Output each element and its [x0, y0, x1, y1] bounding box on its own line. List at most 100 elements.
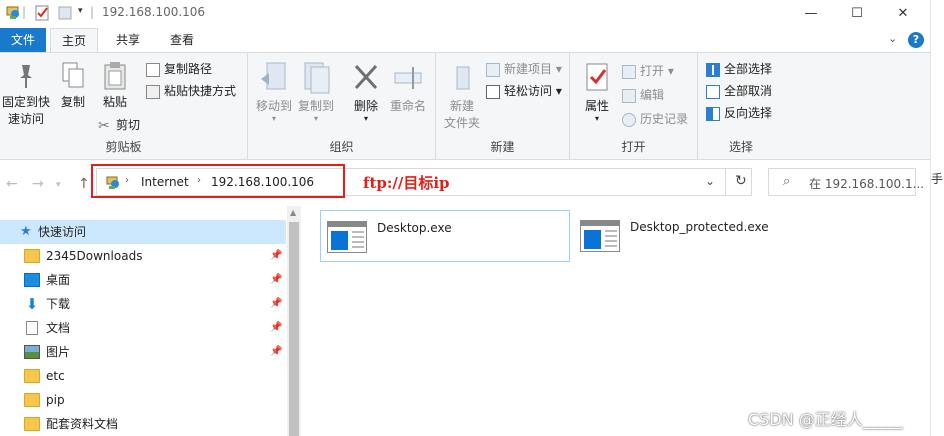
nav-item[interactable]: pip — [0, 388, 286, 412]
properties-check-icon[interactable] — [34, 4, 50, 22]
new-folder-quick-icon[interactable] — [58, 4, 72, 22]
new-folder-icon — [456, 66, 470, 90]
open-icon — [622, 64, 636, 79]
search-input[interactable]: ⌕ 在 192.168.100.1... — [768, 168, 924, 196]
easy-access-button[interactable]: 轻松访问 ▾ — [486, 81, 562, 101]
tab-share[interactable]: 共享 — [104, 28, 152, 52]
pin-icon[interactable]: 📌 — [270, 268, 282, 292]
address-dropdown-icon[interactable]: ⌄ — [705, 174, 715, 188]
select-all-button[interactable]: 全部选择 — [706, 59, 772, 79]
new-item-button[interactable]: 新建项目 ▾ — [486, 59, 562, 79]
group-open: 属性 ▾ 打开 ▾ 编辑 历史记录 打开 — [570, 53, 698, 159]
open-button[interactable]: 打开 ▾ — [622, 61, 674, 81]
copy-to-button[interactable]: 复制到 ▾ — [296, 61, 336, 123]
file-list: Desktop.exe Desktop_protected.exe — [302, 206, 930, 436]
file-item-desktop-exe[interactable]: Desktop.exe — [320, 210, 570, 262]
paste-shortcut-button[interactable]: 粘贴快捷方式 — [146, 81, 236, 101]
maximize-button[interactable]: ☐ — [834, 0, 880, 26]
desktop-icon — [24, 273, 40, 287]
paste-button[interactable]: 粘贴 — [98, 61, 132, 111]
folder-icon — [24, 369, 40, 383]
select-all-icon — [706, 62, 720, 77]
nav-item[interactable]: 图片 📌 — [0, 340, 286, 364]
group-organize: 移动到 ▾ 复制到 ▾ 删除 ▾ 重命名 组织 — [248, 53, 436, 159]
star-icon: ★ — [20, 224, 32, 239]
group-label-clipboard: 剪贴板 — [105, 140, 142, 154]
group-label-organize: 组织 — [329, 140, 354, 154]
copy-path-button[interactable]: 复制路径 — [146, 59, 212, 79]
select-none-button[interactable]: 全部取消 — [706, 81, 772, 101]
properties-icon — [586, 63, 608, 91]
new-folder-button[interactable]: 新建 文件夹 — [440, 61, 484, 132]
nav-item[interactable]: 文档 📌 — [0, 316, 286, 340]
scissors-icon: ✂ — [98, 117, 110, 134]
invert-selection-button[interactable]: 反向选择 — [706, 103, 772, 123]
rename-button[interactable]: 重命名 — [386, 61, 430, 115]
back-arrow-icon[interactable]: ← — [6, 176, 18, 192]
pin-icon[interactable]: 📌 — [270, 316, 282, 340]
minimize-button[interactable]: — — [788, 0, 834, 26]
forward-arrow-icon[interactable]: → — [32, 176, 44, 192]
folder-icon — [24, 249, 40, 263]
scroll-up-icon[interactable]: ▲ — [290, 208, 296, 217]
refresh-icon[interactable]: ↻ — [735, 173, 747, 189]
folder-icon — [24, 393, 40, 407]
scroll-thumb[interactable] — [289, 222, 299, 436]
rename-icon — [394, 67, 422, 89]
pin-icon[interactable]: 📌 — [270, 340, 282, 364]
nav-item[interactable]: 2345Downloads 📌 — [0, 244, 286, 268]
nav-item[interactable]: 配套资料文档 — [0, 412, 286, 436]
collapse-ribbon-icon[interactable]: ⌄ — [888, 32, 897, 45]
tab-view[interactable]: 查看 — [158, 28, 206, 52]
download-icon: ⬇ — [25, 295, 39, 313]
easy-access-icon — [486, 84, 500, 99]
nav-item[interactable]: 桌面 📌 — [0, 268, 286, 292]
picture-icon — [24, 345, 40, 359]
pin-icon — [20, 65, 32, 88]
tab-home[interactable]: 主页 — [50, 28, 98, 53]
csdn-watermark: CSDN @正经人_____ — [748, 410, 903, 429]
cut-button[interactable]: ✂ 剪切 — [98, 115, 140, 135]
recent-locations-icon[interactable]: ▾ — [56, 180, 61, 190]
group-select: 全部选择 全部取消 反向选择 选择 — [698, 53, 784, 159]
search-icon: ⌕ — [783, 174, 791, 189]
pin-icon[interactable]: 📌 — [270, 292, 282, 316]
close-button[interactable]: ✕ — [880, 0, 926, 26]
history-button[interactable]: 历史记录 — [622, 109, 688, 129]
properties-button[interactable]: 属性 ▾ — [578, 61, 616, 123]
window-title: 192.168.100.106 — [102, 5, 206, 19]
nav-item[interactable]: ⬇ 下载 📌 — [0, 292, 286, 316]
copy-to-icon — [304, 62, 330, 94]
group-clipboard: 固定到快 速访问 复制 粘贴 复制路径 粘贴快捷方式 ✂ 剪切 剪贴板 — [0, 53, 248, 159]
group-label-new: 新建 — [490, 140, 515, 154]
pin-quick-access-button[interactable]: 固定到快 速访问 — [2, 61, 50, 128]
new-item-icon — [486, 62, 500, 77]
quick-access-dropdown[interactable]: ▾ — [78, 6, 83, 24]
ribbon: 固定到快 速访问 复制 粘贴 复制路径 粘贴快捷方式 ✂ 剪切 剪贴板 移动到 ▾ — [0, 52, 930, 160]
exe-file-icon — [580, 220, 620, 252]
copy-path-icon — [146, 62, 160, 77]
pin-icon[interactable]: 📌 — [270, 244, 282, 268]
file-item-desktop-protected-exe[interactable]: Desktop_protected.exe — [574, 210, 834, 262]
move-to-icon — [261, 62, 286, 90]
right-edge-strip: 手 — [930, 0, 944, 436]
paste-shortcut-icon — [146, 84, 160, 99]
select-none-icon — [706, 84, 720, 99]
help-icon[interactable]: ? — [908, 32, 924, 48]
annotation-highlight-box — [91, 164, 345, 198]
copy-button[interactable]: 复制 — [56, 61, 90, 111]
tab-file[interactable]: 文件 — [0, 28, 46, 52]
edit-button[interactable]: 编辑 — [622, 85, 664, 105]
nav-item[interactable]: etc — [0, 364, 286, 388]
nav-quick-access[interactable]: ★ 快速访问 — [0, 220, 286, 244]
history-icon — [622, 112, 636, 127]
ftp-annotation: ftp://目标ip — [363, 174, 450, 192]
folder-icon — [24, 417, 40, 431]
title-bar: | ▾ | 192.168.100.106 — ☐ ✕ — [0, 0, 930, 26]
up-arrow-icon[interactable]: ↑ — [78, 176, 90, 192]
group-label-select: 选择 — [728, 140, 753, 154]
nav-scrollbar[interactable]: ▲ — [287, 206, 301, 436]
document-icon — [26, 321, 38, 335]
move-to-button[interactable]: 移动到 ▾ — [254, 61, 294, 123]
delete-button[interactable]: 删除 ▾ — [348, 61, 384, 123]
